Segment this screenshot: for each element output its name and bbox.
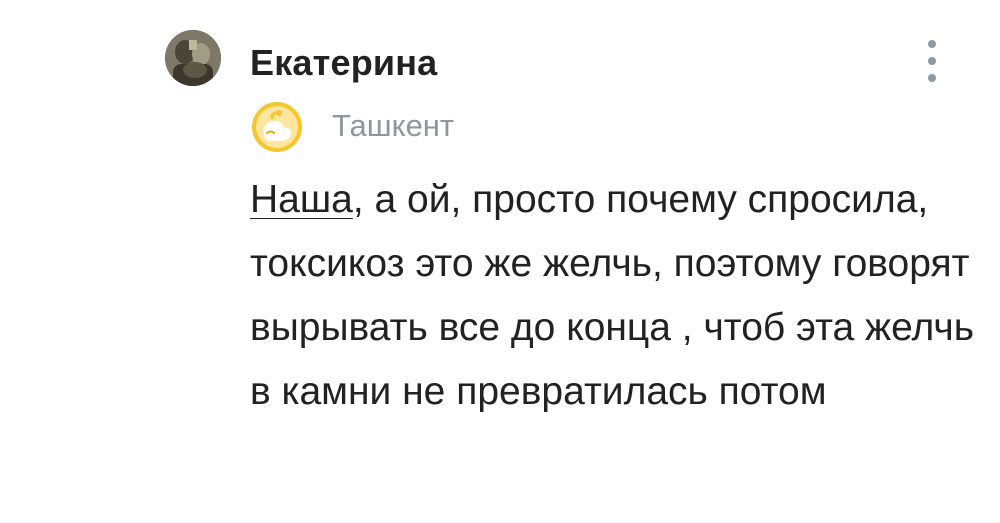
mention-link[interactable]: Наша — [250, 178, 353, 221]
more-options-button[interactable] — [912, 36, 952, 86]
menu-dot — [928, 74, 936, 82]
menu-dot — [928, 57, 936, 65]
avatar-photo — [165, 30, 221, 86]
author-name[interactable]: Екатерина — [250, 42, 437, 84]
comment-text: Наша, а ой, просто почему спросила, токс… — [250, 168, 980, 424]
avatar[interactable] — [165, 30, 221, 86]
comment-body: , а ой, просто почему спросила, токсикоз… — [250, 178, 975, 413]
location-label: Ташкент — [332, 108, 455, 143]
more-vertical-icon — [928, 40, 936, 48]
comment-card: Екатерина Ташкент Наша, а ой, просто поч… — [0, 0, 1000, 523]
pregnancy-badge-icon — [250, 100, 304, 154]
